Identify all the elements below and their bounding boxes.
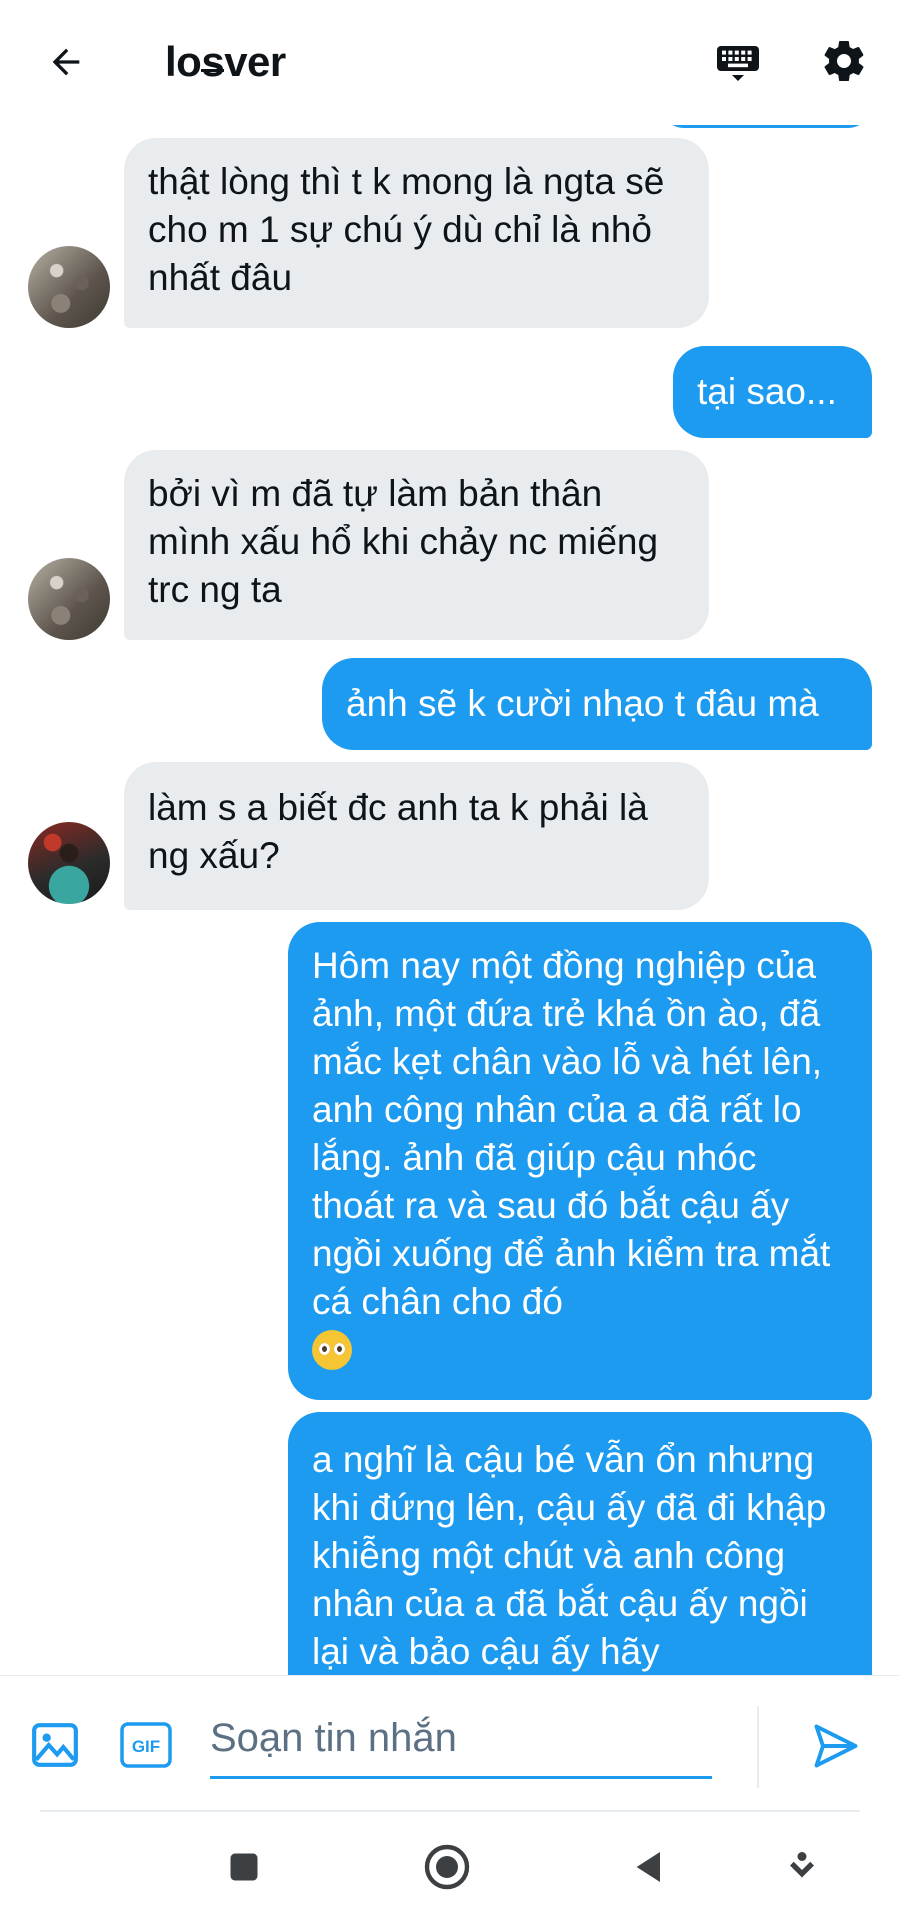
conversation[interactable]: thật lòng thì t k mong là ngta sẽ cho m … (0, 0, 900, 1675)
back-nav-button[interactable] (620, 1837, 680, 1897)
title-part: lo (165, 38, 202, 85)
avatar[interactable] (28, 558, 110, 640)
back-triangle-icon (636, 1852, 660, 1882)
title-part: s (201, 38, 225, 85)
settings-button[interactable] (815, 32, 873, 90)
gif-icon: GIF (120, 1722, 172, 1768)
title-part: ver (224, 38, 286, 85)
keyboard-shortcuts-button[interactable] (710, 34, 766, 90)
message-text: ảnh sẽ k cười nhạo t đâu mà (346, 683, 819, 724)
gear-icon (824, 41, 864, 82)
send-button[interactable] (810, 1720, 862, 1772)
message-bubble-sent[interactable]: Hôm nay một đồng nghiệp của ảnh, một đứa… (288, 922, 872, 1400)
notification-pull-icon (790, 1852, 814, 1878)
svg-text:GIF: GIF (132, 1737, 160, 1756)
add-photo-button[interactable] (30, 1720, 80, 1770)
conversation-header: losver (0, 0, 900, 125)
message-bubble-received[interactable]: bởi vì m đã tự làm bản thân mình xấu hổ … (124, 450, 709, 640)
message-text: thật lòng thì t k mong là ngta sẽ cho m … (148, 161, 665, 298)
recents-button[interactable] (214, 1837, 274, 1897)
avatar[interactable] (28, 822, 110, 904)
add-gif-button[interactable]: GIF (120, 1722, 172, 1768)
message-bubble-sent[interactable]: tại sao... (673, 346, 872, 438)
system-navigation-bar (0, 1812, 900, 1920)
message-text: a nghĩ là cậu bé vẫn ổn nhưng khi đứng l… (312, 1439, 827, 1672)
notification-pull-button[interactable] (772, 1837, 832, 1897)
recents-square-icon (230, 1853, 258, 1881)
message-input-placeholder: Soạn tin nhắn (210, 1716, 457, 1760)
message-text: tại sao... (697, 371, 837, 412)
back-button[interactable] (38, 34, 94, 90)
message-text: bởi vì m đã tự làm bản thân mình xấu hổ … (148, 473, 659, 610)
message-bubble-sent[interactable]: ảnh sẽ k cười nhạo t đâu mà (322, 658, 872, 750)
message-bubble-received[interactable]: làm s a biết đc anh ta k phải là ng xấu? (124, 762, 709, 910)
avatar[interactable] (28, 246, 110, 328)
keyboard-icon (717, 46, 759, 81)
message-composer: GIF Soạn tin nhắn (0, 1675, 900, 1811)
message-text: làm s a biết đc anh ta k phải là ng xấu? (148, 787, 648, 876)
message-text: Hôm nay một đồng nghiệp của ảnh, một đứa… (312, 945, 831, 1322)
back-arrow-icon (52, 48, 80, 76)
send-icon (814, 1724, 858, 1768)
home-button[interactable] (417, 1837, 477, 1897)
image-icon (32, 1723, 78, 1767)
message-input[interactable]: Soạn tin nhắn (210, 1700, 712, 1779)
message-bubble-sent[interactable]: a nghĩ là cậu bé vẫn ổn nhưng khi đứng l… (288, 1412, 872, 1675)
conversation-title[interactable]: losver (165, 34, 286, 90)
home-circle-icon (424, 1844, 470, 1890)
pleading-face-emoji (312, 1330, 352, 1371)
composer-divider (757, 1706, 759, 1788)
message-bubble-received[interactable]: thật lòng thì t k mong là ngta sẽ cho m … (124, 138, 709, 328)
